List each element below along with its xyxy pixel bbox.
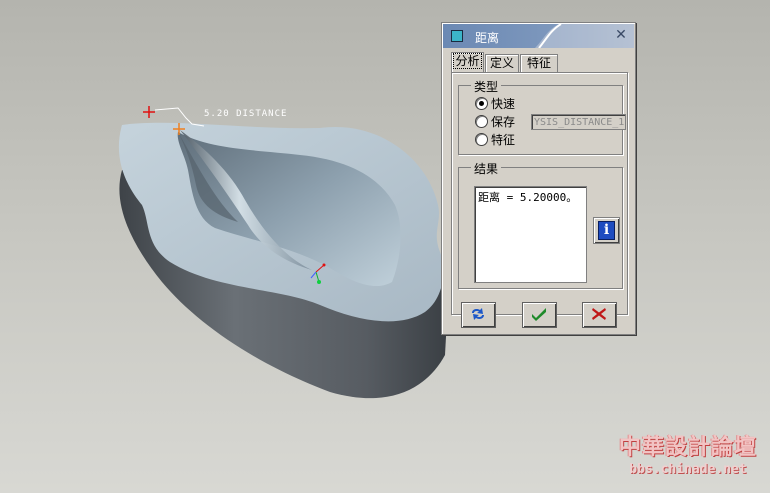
- dialog-titlebar[interactable]: 距离 ✕: [443, 24, 634, 48]
- result-group-legend: 结果: [471, 160, 502, 177]
- radio-quick[interactable]: 快速: [475, 96, 515, 112]
- ok-button[interactable]: [522, 302, 557, 328]
- radio-feature-button[interactable]: [475, 133, 488, 146]
- info-icon: i: [598, 221, 615, 240]
- result-group: 结果 距离 = 5.20000。 i: [458, 160, 623, 289]
- graphics-viewport[interactable]: 5.20 DISTANCE: [0, 0, 770, 493]
- type-group: 类型 快速 保存 YSIS_DISTANCE_1 特征: [458, 78, 626, 155]
- close-icon[interactable]: ✕: [612, 27, 630, 44]
- repeat-icon: [472, 308, 484, 320]
- radio-feature[interactable]: 特征: [475, 132, 515, 148]
- repeat-button[interactable]: [461, 302, 496, 328]
- radio-save[interactable]: 保存: [475, 114, 515, 130]
- radio-feature-label: 特征: [491, 133, 516, 147]
- tab-definition[interactable]: 定义: [485, 54, 519, 72]
- tab-panel: 类型 快速 保存 YSIS_DISTANCE_1 特征 结果 距离 = 5.20…: [451, 72, 628, 315]
- distance-dialog: 距离 ✕ 分析 定义 特征 类型 快速 保存 YSIS_DISTANCE_1 特…: [441, 22, 636, 335]
- watermark-chinese: 中華設計論壇: [618, 435, 757, 460]
- radio-quick-button[interactable]: [475, 97, 488, 110]
- watermark-url: bbs.chinade.net: [629, 462, 747, 477]
- red-pick-marker[interactable]: [143, 106, 155, 118]
- dialog-title: 距离: [475, 31, 500, 45]
- save-name-field[interactable]: YSIS_DISTANCE_1: [531, 114, 626, 130]
- result-textbox[interactable]: 距离 = 5.20000。: [474, 186, 587, 283]
- radio-save-label: 保存: [491, 115, 516, 129]
- dialog-app-icon: [451, 30, 463, 42]
- radio-save-button[interactable]: [475, 115, 488, 128]
- x-icon: [592, 308, 606, 320]
- check-icon: [532, 308, 546, 321]
- distance-label: 5.20 DISTANCE: [204, 109, 288, 119]
- tab-analysis[interactable]: 分析: [451, 52, 484, 72]
- model-canvas[interactable]: [0, 0, 770, 493]
- tab-feature[interactable]: 特征: [520, 54, 558, 72]
- info-button[interactable]: i: [593, 217, 620, 244]
- radio-quick-label: 快速: [491, 97, 516, 111]
- forum-watermark: 中華設計論壇 bbs.chinade.net: [612, 435, 764, 487]
- type-group-legend: 类型: [471, 78, 502, 95]
- cancel-button[interactable]: [582, 302, 617, 328]
